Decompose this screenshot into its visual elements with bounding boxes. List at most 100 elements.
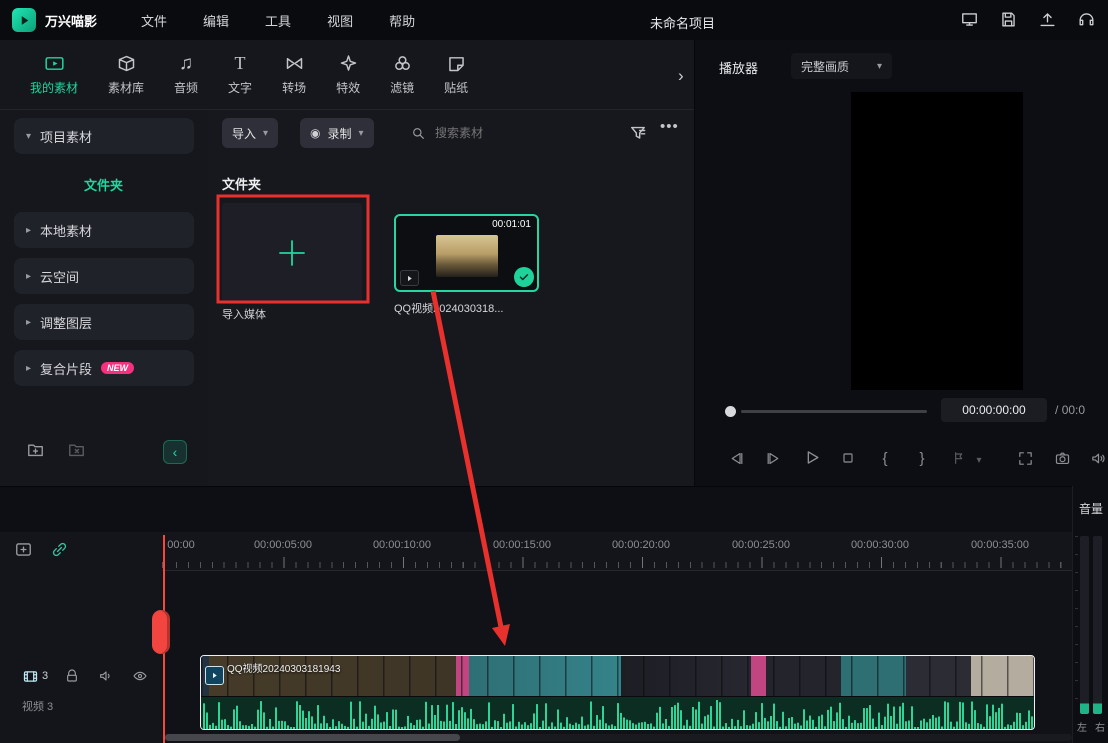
quality-dropdown[interactable]: 完整画质 ▾ bbox=[791, 53, 892, 79]
fullscreen-button[interactable] bbox=[1013, 446, 1037, 470]
add-to-timeline-button[interactable] bbox=[14, 540, 33, 559]
playhead-handle[interactable] bbox=[152, 610, 170, 654]
sidebar-item-compound-clip[interactable]: ▸ 复合片段 NEW bbox=[14, 350, 194, 386]
menu-file[interactable]: 文件 bbox=[141, 11, 167, 30]
collapse-sidebar-button[interactable]: ‹ bbox=[163, 440, 187, 464]
sidebar-item-local-media[interactable]: ▸ 本地素材 bbox=[14, 212, 194, 248]
delete-folder-icon[interactable] bbox=[67, 440, 86, 459]
previous-frame-button[interactable] bbox=[724, 446, 748, 470]
tab-label: 贴纸 bbox=[444, 79, 468, 96]
chevron-right-icon: ▸ bbox=[26, 225, 31, 236]
play-button[interactable] bbox=[799, 445, 823, 469]
next-frame-button[interactable] bbox=[761, 446, 785, 470]
import-media-tile[interactable] bbox=[222, 203, 362, 303]
search-box[interactable] bbox=[410, 118, 567, 148]
new-folder-icon[interactable] bbox=[26, 440, 45, 459]
player-title: 播放器 bbox=[719, 58, 758, 77]
stop-button[interactable] bbox=[836, 446, 860, 470]
more-options-icon[interactable]: ••• bbox=[660, 118, 679, 135]
track-header-column: 3 视频 3 bbox=[0, 532, 163, 743]
sidebar-item-project-media[interactable]: ▾ 项目素材 bbox=[14, 118, 194, 154]
sidebar-item-cloud[interactable]: ▸ 云空间 bbox=[14, 258, 194, 294]
player-panel: 播放器 完整画质 ▾ 00:00:00:00 / 00:0 bbox=[694, 40, 1108, 486]
duration-separator: / bbox=[1055, 403, 1058, 417]
scrubber-track[interactable] bbox=[741, 410, 927, 413]
headset-icon[interactable] bbox=[1077, 10, 1096, 29]
menu-view[interactable]: 视图 bbox=[327, 11, 353, 30]
import-button[interactable]: 导入 ▾ bbox=[222, 118, 278, 148]
stop-icon bbox=[840, 450, 856, 466]
sidebar-item-folder[interactable]: 文件夹 bbox=[14, 168, 194, 200]
lock-track-button[interactable] bbox=[64, 668, 80, 684]
link-clips-button[interactable] bbox=[50, 540, 69, 559]
sidebar-item-label: 文件夹 bbox=[84, 175, 123, 194]
transition-icon bbox=[284, 53, 305, 74]
text-tool-icon: T bbox=[235, 53, 246, 74]
current-time: 00:00:00:00 bbox=[941, 398, 1047, 422]
stock-box-icon bbox=[116, 53, 137, 74]
marker-chevron-icon[interactable]: ▾ bbox=[967, 448, 991, 472]
sparkle-icon bbox=[338, 53, 359, 74]
menu-tools[interactable]: 工具 bbox=[265, 11, 291, 30]
meter-bar-right bbox=[1093, 536, 1102, 714]
export-icon[interactable] bbox=[1038, 10, 1057, 29]
mute-button[interactable] bbox=[1086, 446, 1108, 470]
tab-my-media[interactable]: 我的素材 bbox=[30, 53, 78, 96]
logo-play-icon bbox=[18, 14, 31, 27]
add-media-icon bbox=[14, 540, 33, 559]
music-note-icon: ♫ bbox=[179, 53, 193, 74]
mute-track-button[interactable] bbox=[98, 668, 114, 684]
new-badge: NEW bbox=[101, 362, 134, 374]
save-icon[interactable] bbox=[999, 10, 1018, 29]
sidebar-item-adjustment-layer[interactable]: ▸ 调整图层 bbox=[14, 304, 194, 340]
current-time-value: 00:00:00:00 bbox=[962, 403, 1025, 417]
next-frame-icon bbox=[765, 450, 782, 467]
play-icon bbox=[802, 448, 821, 467]
tab-stock-media[interactable]: 素材库 bbox=[108, 53, 144, 96]
import-media-label: 导入媒体 bbox=[222, 306, 266, 322]
tab-label: 文字 bbox=[228, 79, 252, 96]
ruler-ticks-major bbox=[162, 557, 1072, 568]
search-input[interactable] bbox=[433, 125, 567, 141]
tab-audio[interactable]: ♫ 音频 bbox=[174, 53, 198, 96]
tab-effects[interactable]: 特效 bbox=[336, 53, 360, 96]
tab-transition[interactable]: 转场 bbox=[282, 53, 306, 96]
import-label: 导入 bbox=[232, 125, 256, 142]
chevron-down-icon: ▾ bbox=[359, 128, 364, 139]
ruler-label: 00:00:15:00 bbox=[493, 539, 551, 551]
video-preview[interactable] bbox=[851, 92, 1023, 390]
media-library: 导入 ▾ ◉ 录制 ▾ ••• 文件夹 导入媒体 00:01:01 bbox=[208, 110, 694, 486]
app-name: 万兴喵影 bbox=[45, 11, 97, 30]
clip-waveform bbox=[201, 697, 1034, 730]
timeline-ruler[interactable]: 00:00 00:00:05:00 00:00:10:00 00:00:15:0… bbox=[162, 532, 1072, 571]
filter-funnel-icon[interactable] bbox=[628, 123, 648, 143]
hide-track-button[interactable] bbox=[132, 668, 148, 684]
media-thumbnail bbox=[436, 235, 498, 277]
titlebar-actions bbox=[960, 10, 1096, 29]
total-duration: / 00:0 bbox=[1055, 403, 1108, 417]
tab-filters[interactable]: 滤镜 bbox=[390, 53, 414, 96]
tab-text[interactable]: T 文字 bbox=[228, 53, 252, 96]
mark-in-button[interactable]: { bbox=[873, 446, 897, 470]
menu-help[interactable]: 帮助 bbox=[389, 11, 415, 30]
tabs-overflow-chevron-icon[interactable]: › bbox=[678, 66, 684, 86]
layout-icon[interactable] bbox=[960, 10, 979, 29]
record-button[interactable]: ◉ 录制 ▾ bbox=[300, 118, 374, 148]
chevron-right-icon: ▸ bbox=[26, 271, 31, 282]
mark-out-button[interactable]: } bbox=[910, 446, 934, 470]
check-icon bbox=[518, 271, 530, 283]
timeline-scrollbar-track[interactable] bbox=[162, 734, 1072, 741]
scrubber-handle[interactable] bbox=[725, 406, 736, 417]
waveform-bars bbox=[201, 697, 1034, 730]
video-track-header[interactable]: 3 视频 3 bbox=[0, 662, 162, 732]
snapshot-button[interactable] bbox=[1050, 446, 1074, 470]
tab-stickers[interactable]: 贴纸 bbox=[444, 53, 468, 96]
video-media-card[interactable]: 00:01:01 bbox=[394, 214, 539, 292]
menu-edit[interactable]: 编辑 bbox=[203, 11, 229, 30]
timeline-clip[interactable]: QQ视频20240303181943 bbox=[200, 655, 1035, 730]
ruler-label: 00:00 bbox=[167, 539, 195, 551]
chevron-right-icon: ▸ bbox=[26, 363, 31, 374]
timeline-scrollbar-thumb[interactable] bbox=[165, 734, 460, 741]
speaker-icon bbox=[1090, 450, 1107, 467]
plus-icon bbox=[274, 235, 310, 271]
